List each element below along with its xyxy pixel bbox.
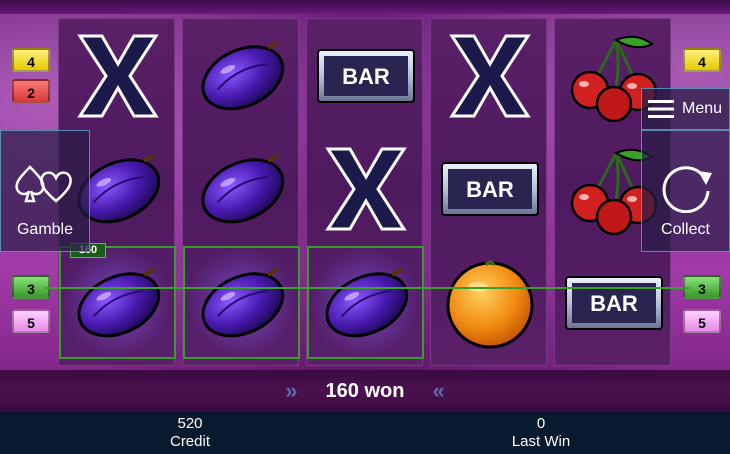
reel-3: BAR: [306, 18, 424, 366]
credit-value: 520: [177, 415, 203, 432]
x-symbol: [431, 19, 548, 132]
menu-label: Menu: [682, 100, 723, 117]
collect-button[interactable]: Collect: [641, 130, 730, 252]
svg-text:BAR: BAR: [590, 291, 638, 316]
credit-label: Credit: [169, 433, 210, 450]
svg-text:BAR: BAR: [342, 64, 390, 89]
line-badge-right-1[interactable]: 4: [683, 48, 721, 72]
menu-button[interactable]: Menu: [641, 88, 730, 130]
won-text: 160 won: [325, 379, 405, 402]
line-badge-left-4[interactable]: 5: [12, 309, 50, 333]
gamble-label: Gamble: [16, 221, 74, 238]
bar-symbol: BAR: [555, 246, 672, 359]
plum-symbol: [183, 246, 300, 359]
last-win-display: 0 Last Win: [481, 415, 601, 451]
reel-2: [182, 18, 300, 366]
orange-symbol: [431, 246, 548, 359]
reels-area: BAR BAR BAR: [58, 18, 675, 366]
plum-symbol: [183, 132, 300, 245]
gamble-button[interactable]: Gamble: [0, 130, 90, 252]
payline: [45, 287, 690, 289]
last-win-label: Last Win: [511, 433, 571, 450]
plum-symbol: [183, 19, 300, 132]
plum-symbol: [307, 246, 424, 359]
x-symbol: [59, 19, 176, 132]
line-badge-left-2[interactable]: 2: [12, 79, 50, 103]
left-arrows: »: [285, 378, 298, 403]
top-strip: [0, 0, 730, 14]
credit-display: 520 Credit: [130, 415, 250, 451]
spade-heart-icon: [15, 165, 72, 203]
collect-refresh-icon: [662, 166, 712, 213]
hamburger-icon: [648, 100, 674, 118]
last-win-value: 0: [536, 415, 546, 432]
bar-symbol: BAR: [307, 19, 424, 132]
line-badge-left-1[interactable]: 4: [12, 48, 50, 72]
collect-label: Collect: [661, 221, 710, 238]
bar-symbol: BAR: [431, 132, 548, 245]
reel-4: BAR: [430, 18, 547, 366]
x-symbol: [307, 132, 424, 245]
win-info-bar: » 160 won «: [0, 370, 730, 412]
status-bar: 520 Credit 0 Last Win: [0, 412, 730, 454]
plum-symbol: [59, 246, 176, 359]
right-arrows: «: [432, 378, 445, 403]
svg-text:BAR: BAR: [466, 177, 514, 202]
line-badge-right-3[interactable]: 5: [683, 309, 721, 333]
